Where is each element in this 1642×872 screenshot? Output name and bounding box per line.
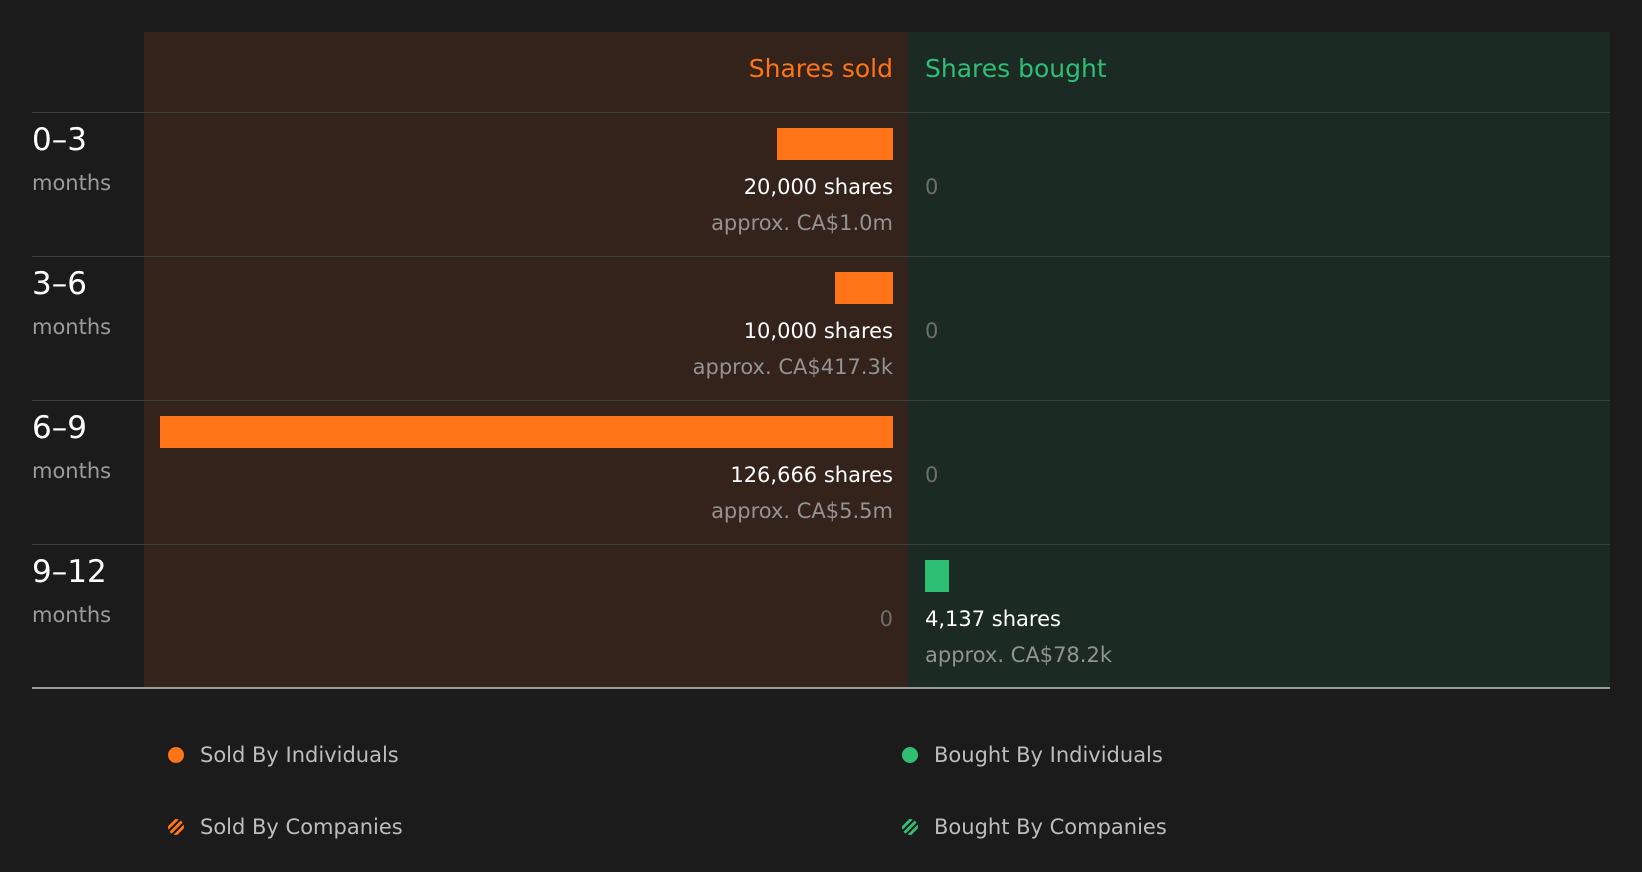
chart-legend: Sold By Individuals Sold By Companies Boug… [0,700,1642,872]
period-unit-label: months [32,315,112,339]
shares-bought-panel [908,32,1610,687]
hatched-dot-icon [902,819,918,835]
legend-label: Bought By Individuals [934,743,1163,767]
insider-trading-chart: Shares sold Shares bought 0–3 months 20,00… [0,0,1642,700]
row-divider [32,256,1610,257]
legend-item: Sold By Companies [168,815,403,839]
period-unit-label: months [32,459,112,483]
row-divider [32,687,1610,689]
sold-value-label: approx. CA$5.5m [711,499,893,523]
sold-zero-label: 0 [879,607,893,631]
bought-zero-label: 0 [925,463,939,487]
bought-zero-label: 0 [925,175,939,199]
solid-dot-icon [902,747,918,763]
legend-item: Sold By Individuals [168,743,399,767]
period-range-label: 3–6 [32,266,87,302]
sold-bar [777,128,893,160]
sold-shares-label: 10,000 shares [743,319,893,343]
bought-value-label: approx. CA$78.2k [925,643,1112,667]
legend-item: Bought By Individuals [902,743,1163,767]
period-range-label: 0–3 [32,122,87,158]
solid-dot-icon [168,747,184,763]
legend-label: Sold By Companies [200,815,403,839]
sold-value-label: approx. CA$1.0m [711,211,893,235]
sold-bar [835,272,893,304]
sold-value-label: approx. CA$417.3k [692,355,893,379]
period-unit-label: months [32,171,112,195]
bought-shares-label: 4,137 shares [925,607,1061,631]
period-unit-label: months [32,603,112,627]
hatched-dot-icon [168,819,184,835]
sold-shares-label: 20,000 shares [743,175,893,199]
row-divider [32,544,1610,545]
legend-label: Sold By Individuals [200,743,399,767]
sold-shares-label: 126,666 shares [730,463,893,487]
bought-zero-label: 0 [925,319,939,343]
row-divider [32,400,1610,401]
legend-item: Bought By Companies [902,815,1167,839]
legend-label: Bought By Companies [934,815,1167,839]
sold-bar [160,416,893,448]
row-divider [32,112,1610,113]
shares-sold-header: Shares sold [748,54,893,83]
period-range-label: 6–9 [32,410,87,446]
shares-bought-header: Shares bought [925,54,1107,83]
bought-bar [925,560,949,592]
period-range-label: 9–12 [32,554,107,590]
